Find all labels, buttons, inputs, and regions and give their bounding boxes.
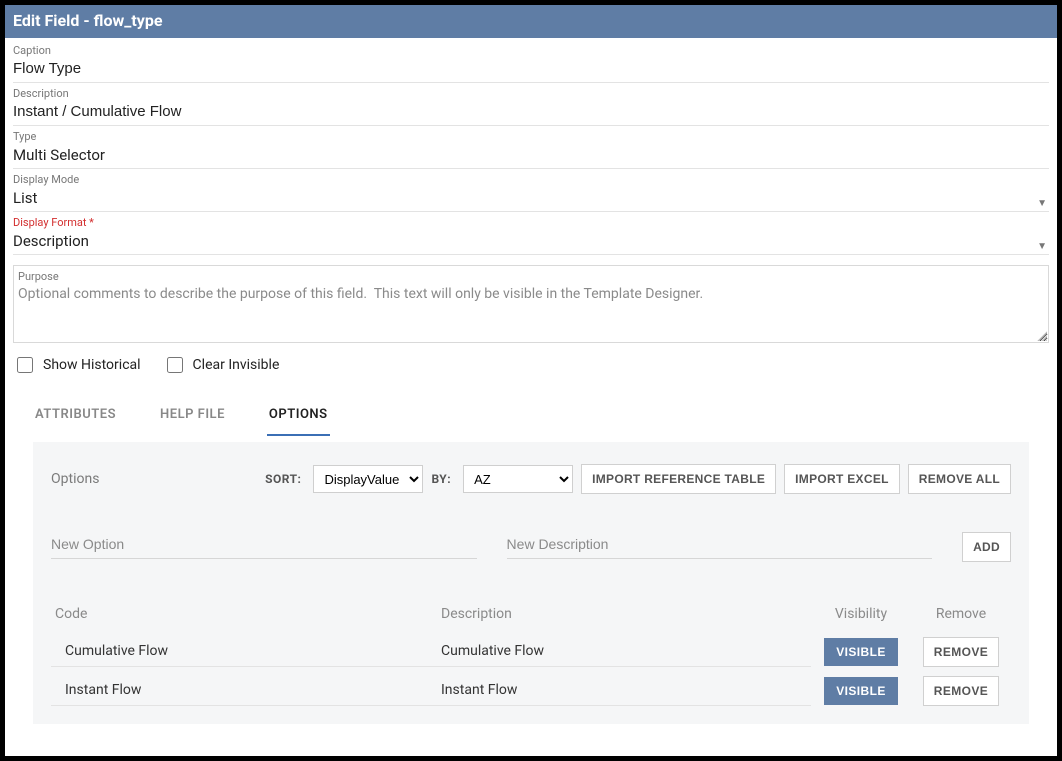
remove-row-button[interactable]: REMOVE bbox=[923, 637, 999, 667]
type-label: Type bbox=[13, 130, 1049, 144]
remove-all-button[interactable]: REMOVE ALL bbox=[908, 464, 1011, 494]
cell-code[interactable]: Cumulative Flow bbox=[51, 636, 441, 667]
options-panel: Options SORT: DisplayValue BY: AZ IMPORT… bbox=[33, 442, 1029, 724]
remove-row-button[interactable]: REMOVE bbox=[923, 676, 999, 706]
new-option-input[interactable] bbox=[51, 532, 477, 559]
tab-bar: ATTRIBUTES HELP FILE OPTIONS bbox=[33, 397, 1029, 436]
clear-invisible-input[interactable] bbox=[167, 357, 183, 373]
tab-attributes[interactable]: ATTRIBUTES bbox=[33, 397, 118, 436]
column-header-description: Description bbox=[441, 606, 811, 622]
clear-invisible-label: Clear Invisible bbox=[193, 357, 280, 373]
display-format-field[interactable]: Display Format * Description ▼ bbox=[13, 212, 1049, 255]
table-row: Cumulative FlowCumulative Flow VISIBLE REM… bbox=[51, 632, 1011, 671]
options-table: Code Description Visibility Remove Cumul… bbox=[51, 604, 1011, 710]
description-input[interactable] bbox=[13, 101, 1049, 123]
visibility-toggle-button[interactable]: VISIBLE bbox=[824, 677, 897, 705]
resize-grip-icon[interactable] bbox=[1037, 331, 1047, 341]
purpose-field[interactable]: Purpose bbox=[13, 265, 1049, 343]
chevron-down-icon[interactable]: ▼ bbox=[1037, 241, 1049, 252]
import-reference-table-button[interactable]: IMPORT REFERENCE TABLE bbox=[581, 464, 776, 494]
import-excel-button[interactable]: IMPORT EXCEL bbox=[784, 464, 900, 494]
cell-description[interactable]: Instant Flow bbox=[441, 675, 811, 706]
type-field[interactable]: Type Multi Selector bbox=[13, 126, 1049, 169]
clear-invisible-checkbox[interactable]: Clear Invisible bbox=[167, 357, 280, 373]
caption-input[interactable] bbox=[13, 58, 1049, 80]
cell-code[interactable]: Instant Flow bbox=[51, 675, 441, 706]
display-mode-value: List bbox=[13, 187, 1037, 209]
options-section-label: Options bbox=[51, 471, 99, 487]
display-mode-field[interactable]: Display Mode List ▼ bbox=[13, 169, 1049, 212]
caption-field[interactable]: Caption bbox=[13, 40, 1049, 83]
description-label: Description bbox=[13, 87, 1049, 101]
new-description-input[interactable] bbox=[507, 532, 933, 559]
tab-options[interactable]: OPTIONS bbox=[267, 397, 330, 436]
purpose-textarea[interactable] bbox=[18, 286, 1044, 334]
show-historical-label: Show Historical bbox=[43, 357, 141, 373]
type-value: Multi Selector bbox=[13, 144, 1049, 166]
purpose-label: Purpose bbox=[18, 270, 1044, 284]
cell-description[interactable]: Cumulative Flow bbox=[441, 636, 811, 667]
edit-field-dialog: Edit Field - flow_type Caption Descripti… bbox=[5, 5, 1057, 756]
sort-label: SORT: bbox=[265, 472, 301, 486]
column-header-visibility: Visibility bbox=[811, 606, 911, 622]
column-header-code: Code bbox=[51, 606, 441, 622]
dialog-title: Edit Field - flow_type bbox=[5, 5, 1057, 38]
display-format-value: Description bbox=[13, 230, 1037, 252]
chevron-down-icon[interactable]: ▼ bbox=[1037, 198, 1049, 209]
by-label: BY: bbox=[431, 472, 451, 486]
show-historical-input[interactable] bbox=[17, 357, 33, 373]
tab-help-file[interactable]: HELP FILE bbox=[158, 397, 227, 436]
display-mode-label: Display Mode bbox=[13, 173, 1037, 187]
description-field[interactable]: Description bbox=[13, 83, 1049, 126]
display-format-label: Display Format * bbox=[13, 216, 1037, 230]
column-header-remove: Remove bbox=[911, 606, 1011, 622]
sort-select[interactable]: DisplayValue bbox=[313, 465, 423, 493]
show-historical-checkbox[interactable]: Show Historical bbox=[17, 357, 141, 373]
by-select[interactable]: AZ bbox=[463, 465, 573, 493]
caption-label: Caption bbox=[13, 44, 1049, 58]
table-row: Instant FlowInstant Flow VISIBLE REMOVE bbox=[51, 671, 1011, 710]
visibility-toggle-button[interactable]: VISIBLE bbox=[824, 638, 897, 666]
add-button[interactable]: ADD bbox=[962, 532, 1011, 562]
